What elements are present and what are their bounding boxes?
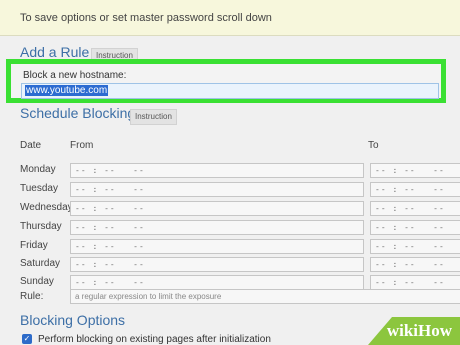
- wikihow-watermark: wikiHow: [368, 317, 460, 345]
- schedule-instruction-tag[interactable]: Instruction: [130, 109, 177, 125]
- from-time-sunday[interactable]: -- : -- --: [70, 275, 364, 290]
- column-from: From: [70, 140, 94, 151]
- from-time-saturday[interactable]: -- : -- --: [70, 257, 364, 272]
- day-label-saturday: Saturday: [20, 258, 61, 269]
- day-label-tuesday: Tuesday: [20, 183, 58, 194]
- blocking-options-title: Blocking Options: [20, 312, 126, 328]
- watermark-text: wikiHow: [386, 321, 452, 340]
- checkmark-icon: ✓: [23, 334, 31, 343]
- hostname-value: www.youtube.com: [25, 85, 109, 96]
- to-time-friday[interactable]: -- : -- --: [370, 239, 460, 254]
- to-time-monday[interactable]: -- : -- --: [370, 163, 460, 178]
- column-to: To: [368, 140, 379, 151]
- schedule-blocking-title: Schedule Blocking: [20, 105, 136, 121]
- hostname-label: Block a new hostname:: [23, 70, 127, 81]
- from-time-wednesday[interactable]: -- : -- --: [70, 201, 364, 216]
- column-date: Date: [20, 140, 42, 151]
- perform-blocking-label: Perform blocking on existing pages after…: [38, 334, 271, 345]
- to-time-sunday[interactable]: -- : -- --: [370, 275, 460, 290]
- from-time-friday[interactable]: -- : -- --: [70, 239, 364, 254]
- to-time-saturday[interactable]: -- : -- --: [370, 257, 460, 272]
- day-label-sunday: Sunday: [20, 276, 54, 287]
- hostname-highlight: Block a new hostname: www.youtube.com: [6, 59, 446, 103]
- day-label-monday: Monday: [20, 164, 56, 175]
- from-time-thursday[interactable]: -- : -- --: [70, 220, 364, 235]
- add-rule-title: Add a Rule: [20, 44, 90, 60]
- to-time-tuesday[interactable]: -- : -- --: [370, 182, 460, 197]
- from-time-tuesday[interactable]: -- : -- --: [70, 182, 364, 197]
- day-label-thursday: Thursday: [20, 221, 62, 232]
- to-time-wednesday[interactable]: -- : -- --: [370, 201, 460, 216]
- rule-label: Rule:: [20, 291, 44, 302]
- perform-blocking-checkbox[interactable]: ✓: [22, 334, 32, 344]
- scroll-notice: To save options or set master password s…: [0, 0, 460, 36]
- to-time-thursday[interactable]: -- : -- --: [370, 220, 460, 235]
- day-label-wednesday: Wednesday: [20, 202, 73, 213]
- from-time-monday[interactable]: -- : -- --: [70, 163, 364, 178]
- hostname-input[interactable]: www.youtube.com: [21, 83, 439, 99]
- day-label-friday: Friday: [20, 240, 48, 251]
- rule-input[interactable]: a regular expression to limit the exposu…: [70, 289, 460, 304]
